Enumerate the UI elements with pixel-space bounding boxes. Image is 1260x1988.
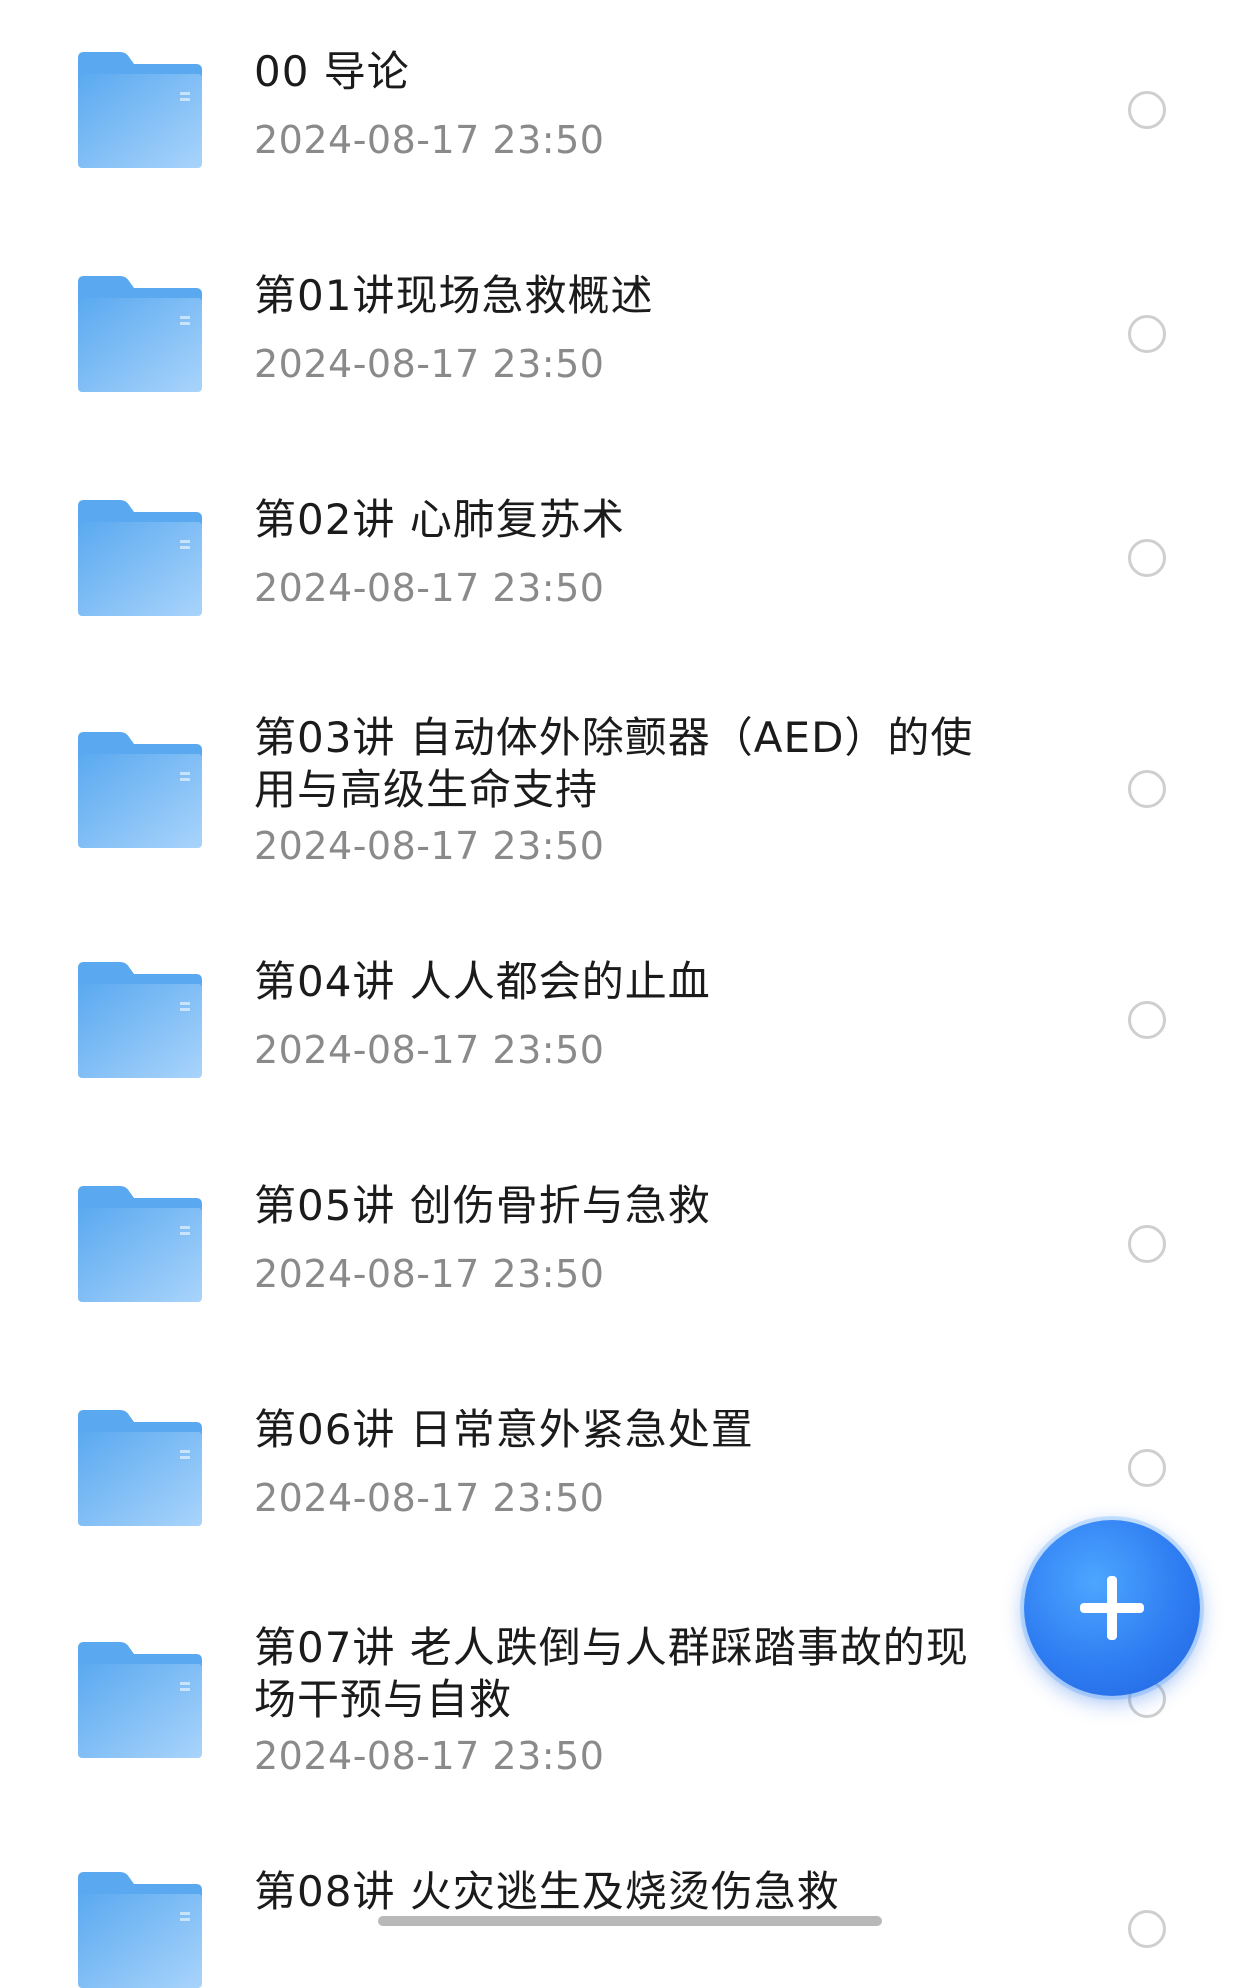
item-title: 00 导论 <box>254 47 410 96</box>
item-date: 2024-08-17 23:50 <box>254 566 605 610</box>
folder-icon <box>76 500 204 616</box>
item-title: 第05讲 创伤骨折与急救 <box>254 1181 711 1230</box>
item-title: 第07讲 老人跌倒与人群踩踏事故的现场干预与自救 <box>254 1623 969 1724</box>
select-radio[interactable] <box>1128 770 1166 808</box>
folder-icon <box>76 52 204 168</box>
item-date: 2024-08-17 23:50 <box>254 342 605 386</box>
item-title: 第02讲 心肺复苏术 <box>254 495 625 544</box>
select-radio[interactable] <box>1128 1910 1166 1948</box>
item-title: 第03讲 自动体外除颤器（AED）的使用与高级生命支持 <box>254 713 974 814</box>
item-title: 第06讲 日常意外紧急处置 <box>254 1405 754 1454</box>
folder-icon <box>76 1872 204 1988</box>
item-title: 第08讲 火灾逃生及烧烫伤急救 <box>254 1867 840 1916</box>
select-radio[interactable] <box>1128 1001 1166 1039</box>
item-date: 2024-08-17 23:50 <box>254 1252 605 1296</box>
select-radio[interactable] <box>1128 1449 1166 1487</box>
select-radio[interactable] <box>1128 315 1166 353</box>
item-date: 2024-08-17 23:50 <box>254 1476 605 1520</box>
folder-icon <box>76 1186 204 1302</box>
select-radio[interactable] <box>1128 539 1166 577</box>
item-date: 2024-08-17 23:50 <box>254 1734 605 1778</box>
folder-icon <box>76 1642 204 1758</box>
select-radio[interactable] <box>1128 1225 1166 1263</box>
item-title: 第01讲现场急救概述 <box>254 271 654 320</box>
item-date: 2024-08-17 23:50 <box>254 1028 605 1072</box>
home-indicator[interactable] <box>378 1916 882 1926</box>
folder-icon <box>76 732 204 848</box>
select-radio[interactable] <box>1128 91 1166 129</box>
plus-icon <box>1107 1576 1117 1640</box>
folder-icon <box>76 276 204 392</box>
folder-icon <box>76 962 204 1078</box>
folder-icon <box>76 1410 204 1526</box>
item-title: 第04讲 人人都会的止血 <box>254 957 711 1006</box>
item-date: 2024-08-17 23:50 <box>254 824 605 868</box>
add-button[interactable] <box>1024 1520 1200 1696</box>
item-date: 2024-08-17 23:50 <box>254 118 605 162</box>
